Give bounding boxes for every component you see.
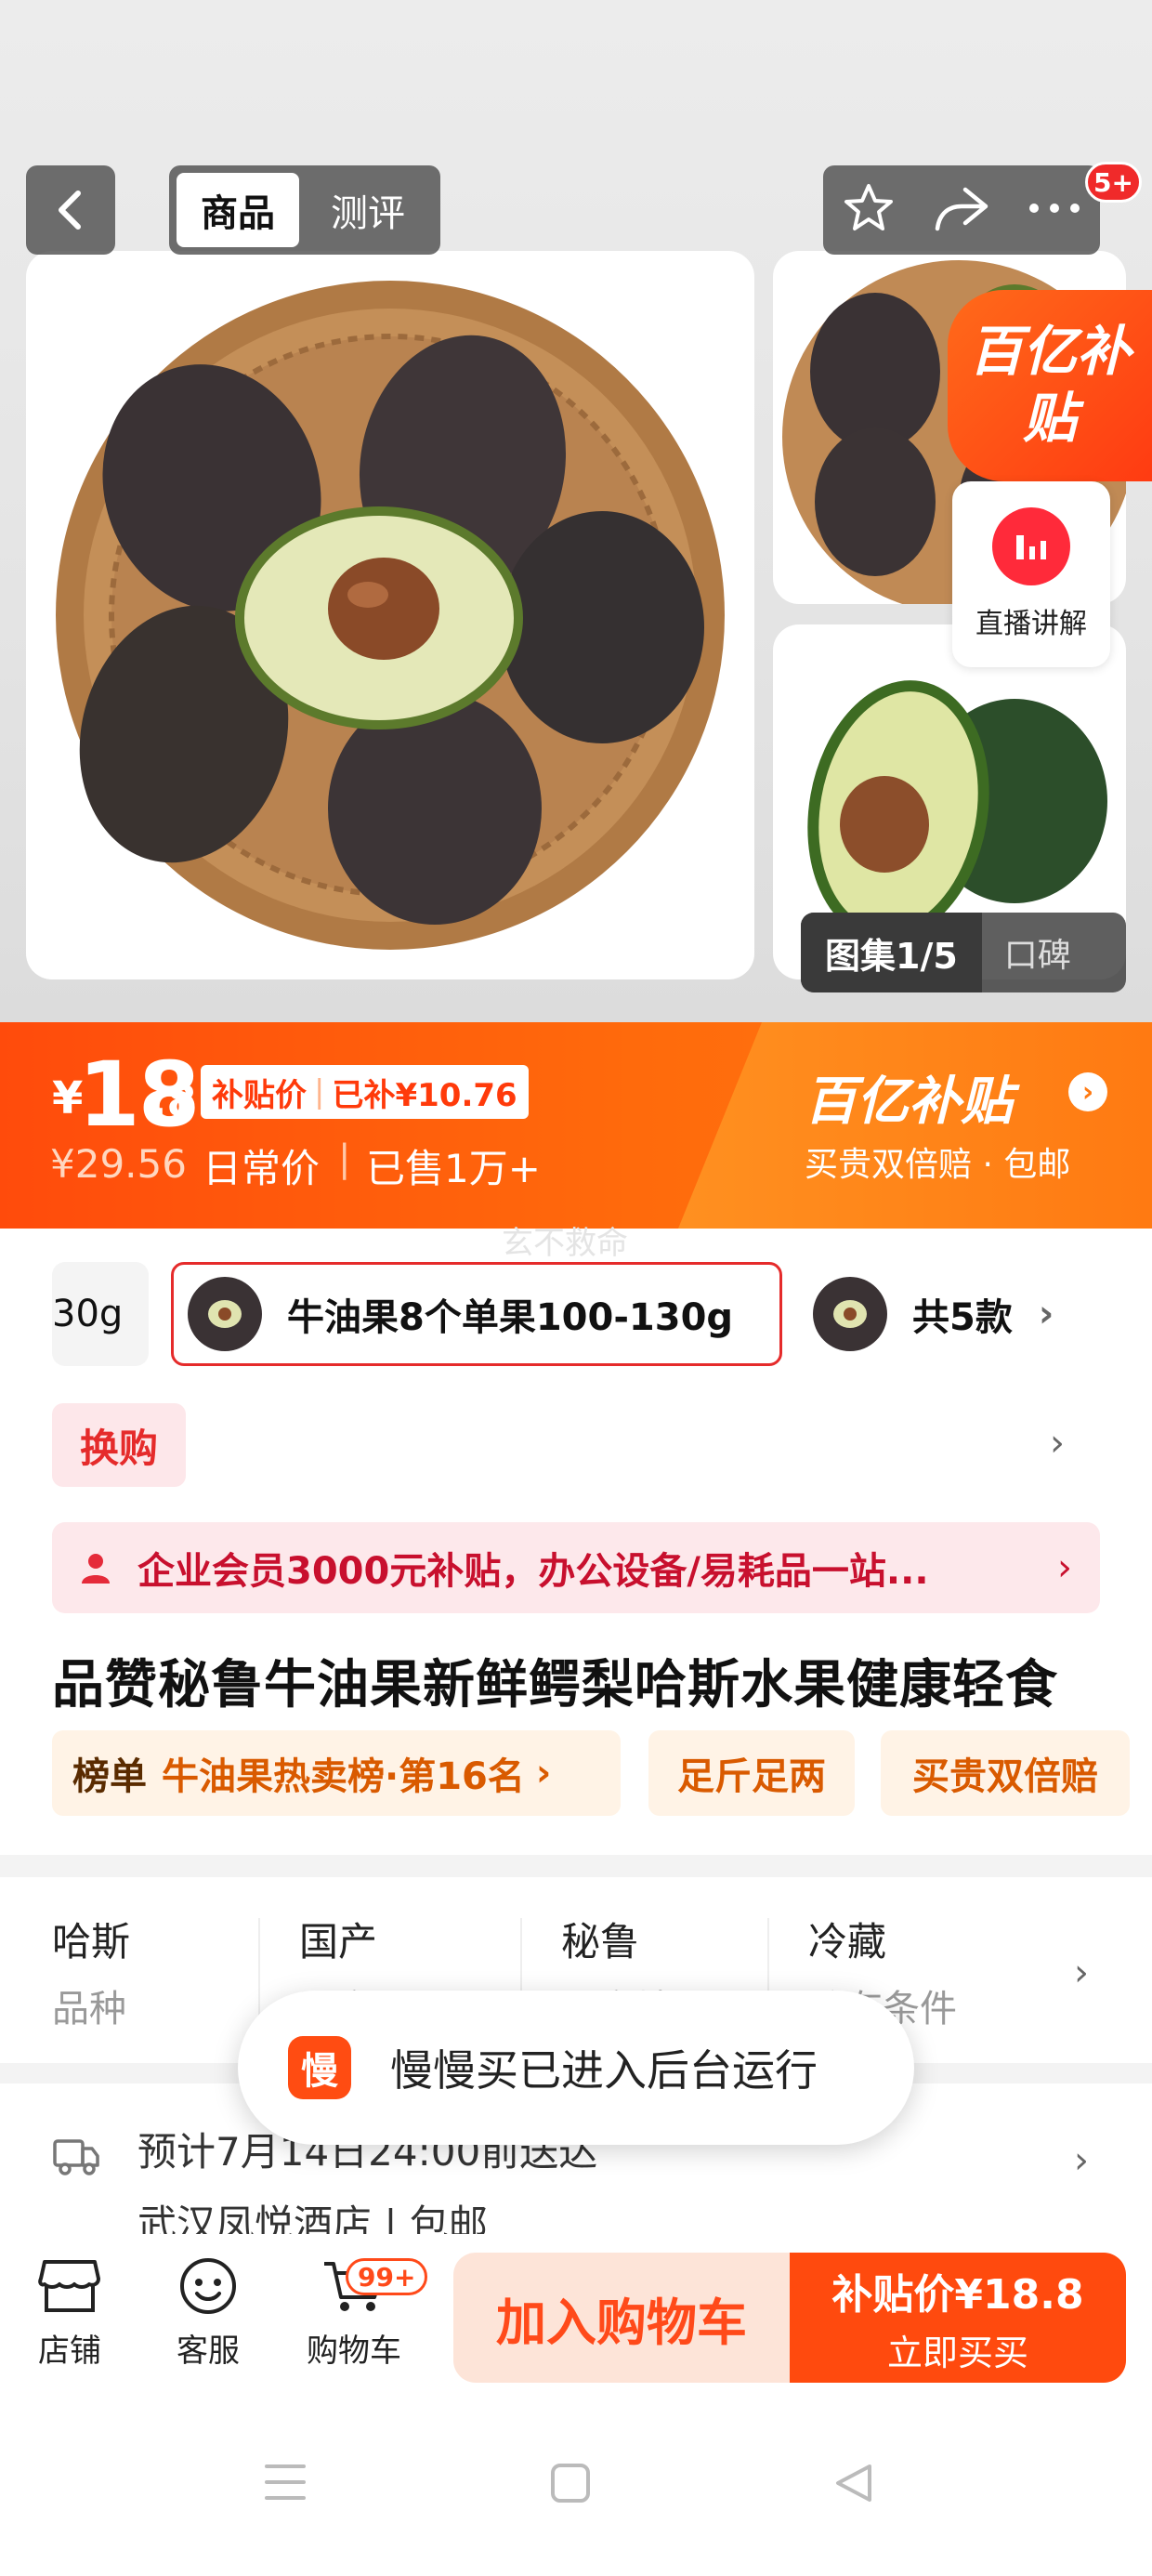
- star-icon: [844, 184, 893, 230]
- sku-option-label: 30g: [52, 1293, 124, 1335]
- spec-value: 哈斯: [52, 1919, 131, 1965]
- main-product-image[interactable]: [26, 251, 754, 979]
- brand-subtitle: 买贵双倍赔 · 包邮: [805, 1146, 1071, 1184]
- store-button[interactable]: 店铺: [37, 2256, 102, 2371]
- more-button[interactable]: [1027, 199, 1082, 221]
- buy-now-price: 补贴价¥18.8: [831, 2270, 1084, 2319]
- album-switcher: 图集1/5 口碑: [801, 913, 1126, 992]
- sku-more-button[interactable]: 共5款 ›: [799, 1262, 1096, 1366]
- sku-option-label: 牛油果8个单果100-130g: [287, 1296, 734, 1339]
- brand-title[interactable]: 百亿补贴: [805, 1059, 1013, 1135]
- live-explain-button[interactable]: 直播讲解: [952, 481, 1110, 667]
- notification-badge: 5+: [1085, 162, 1142, 203]
- exchange-purchase-tag[interactable]: 换购: [52, 1403, 186, 1487]
- favorite-button[interactable]: [841, 180, 897, 240]
- bottom-action-bar: 店铺 客服 购物车 99+ 加入购物车 补贴价¥18.8 立即买买: [0, 2234, 1152, 2398]
- chevron-right-icon: ›: [1074, 1952, 1089, 1994]
- customer-service-label: 客服: [177, 2333, 240, 2370]
- original-price: ¥29.56: [50, 1141, 187, 1187]
- spec-value: 秘鲁: [561, 1919, 640, 1965]
- live-explain-label: 直播讲解: [975, 608, 1087, 640]
- background-run-toast: 慢 慢慢买已进入后台运行: [238, 1991, 914, 2145]
- weight-guarantee-tag[interactable]: 足斤足两: [648, 1730, 855, 1816]
- cart-count-badge: 99+: [346, 2258, 428, 2295]
- sku-option[interactable]: 30g: [52, 1262, 149, 1366]
- subsidy-price-tag: 补贴价 | 已补¥10.76: [201, 1065, 529, 1119]
- toast-message: 慢慢买已进入后台运行: [390, 2045, 818, 2096]
- price-banner: ¥ 18 .8 补贴价 | 已补¥10.76 ¥29.56 日常价 | 已售1万…: [0, 1022, 1152, 1229]
- spec-value: 国产: [299, 1919, 378, 1965]
- buy-now-label: 立即买买: [886, 2332, 1028, 2373]
- subsidy-amount: 已补¥10.76: [332, 1076, 517, 1114]
- double-compensation-tag[interactable]: 买贵双倍赔: [881, 1730, 1130, 1816]
- album-counter[interactable]: 图集1/5: [801, 913, 982, 992]
- chat-smile-icon: [180, 2258, 236, 2314]
- ranking-label: 榜单: [72, 1755, 147, 1798]
- price-decimal: .8: [151, 1076, 197, 1126]
- product-gallery[interactable]: 商品 测评 5+ 百亿补贴 直播讲解 图集1/5 口碑: [0, 0, 1152, 1022]
- page-tab-switcher: 商品 测评: [169, 165, 440, 255]
- truck-icon: [53, 2139, 99, 2175]
- menu-icon[interactable]: [264, 2463, 307, 2502]
- add-to-cart-button[interactable]: 加入购物车: [453, 2253, 790, 2383]
- sku-selector: 30g 牛油果8个单果100-130g 共5款 ›: [0, 1262, 1152, 1373]
- tag-separator: |: [314, 1073, 325, 1111]
- chevron-right-icon: ›: [1074, 2139, 1089, 2182]
- system-navigation-bar: [0, 2398, 1152, 2576]
- enterprise-member-banner[interactable]: 企业会员3000元补贴，办公设备/易耗品一站... ›: [52, 1522, 1100, 1613]
- ranking-value: 牛油果热卖榜·第16名: [162, 1755, 525, 1798]
- header-actions: [823, 165, 1100, 255]
- chevron-left-icon: [59, 191, 81, 230]
- chevron-right-icon: ›: [1057, 1546, 1072, 1589]
- chevron-right-icon: ›: [535, 1752, 552, 1794]
- store-icon: [38, 2260, 100, 2312]
- chevron-right-icon[interactable]: ›: [1068, 1072, 1107, 1111]
- back-button[interactable]: [26, 165, 115, 255]
- home-icon[interactable]: [550, 2463, 591, 2504]
- spec-variety: 哈斯 品种: [52, 1911, 130, 2032]
- live-icon: [992, 507, 1070, 585]
- daily-price-label: 日常价: [203, 1146, 321, 1191]
- reputation-tab[interactable]: 口碑: [982, 928, 1093, 977]
- tab-product[interactable]: 商品: [177, 173, 299, 247]
- spec-value: 冷藏: [808, 1919, 887, 1965]
- share-icon: [935, 187, 988, 231]
- share-button[interactable]: [932, 182, 991, 238]
- ranking-tag[interactable]: 榜单 牛油果热卖榜·第16名 ›: [52, 1730, 621, 1816]
- user-icon: [82, 1554, 110, 1584]
- sold-separator: |: [338, 1137, 351, 1180]
- sku-count-label: 共5款: [912, 1296, 1013, 1339]
- spec-key: 品种: [52, 1988, 126, 2031]
- chevron-right-icon: ›: [1038, 1293, 1054, 1335]
- tab-review[interactable]: 测评: [307, 173, 429, 247]
- enterprise-member-text: 企业会员3000元补贴，办公设备/易耗品一站...: [137, 1550, 929, 1593]
- buy-now-button[interactable]: 补贴价¥18.8 立即买买: [790, 2253, 1126, 2383]
- subsidy-badge: 百亿补贴: [948, 290, 1152, 481]
- product-title: 品赞秘鲁牛油果新鲜鳄梨哈斯水果健康轻食: [52, 1655, 1058, 1715]
- more-dots-icon: [1029, 204, 1080, 213]
- subsidy-price-label: 补贴价: [212, 1076, 307, 1114]
- back-triangle-icon[interactable]: [834, 2463, 873, 2504]
- sku-thumbnail: [808, 1272, 892, 1356]
- watermark: 玄不救命: [502, 1225, 628, 1262]
- section-divider: [0, 1855, 1152, 1877]
- sku-thumbnail: [183, 1272, 267, 1356]
- store-label: 店铺: [38, 2333, 101, 2370]
- cart-label: 购物车: [307, 2333, 401, 2370]
- manmanmai-app-icon: 慢: [288, 2036, 351, 2099]
- sold-count: 已售1万+: [366, 1146, 541, 1191]
- sku-option-selected[interactable]: 牛油果8个单果100-130g: [171, 1262, 782, 1366]
- customer-service-button[interactable]: 客服: [177, 2256, 240, 2371]
- chevron-right-icon[interactable]: ›: [1050, 1422, 1065, 1465]
